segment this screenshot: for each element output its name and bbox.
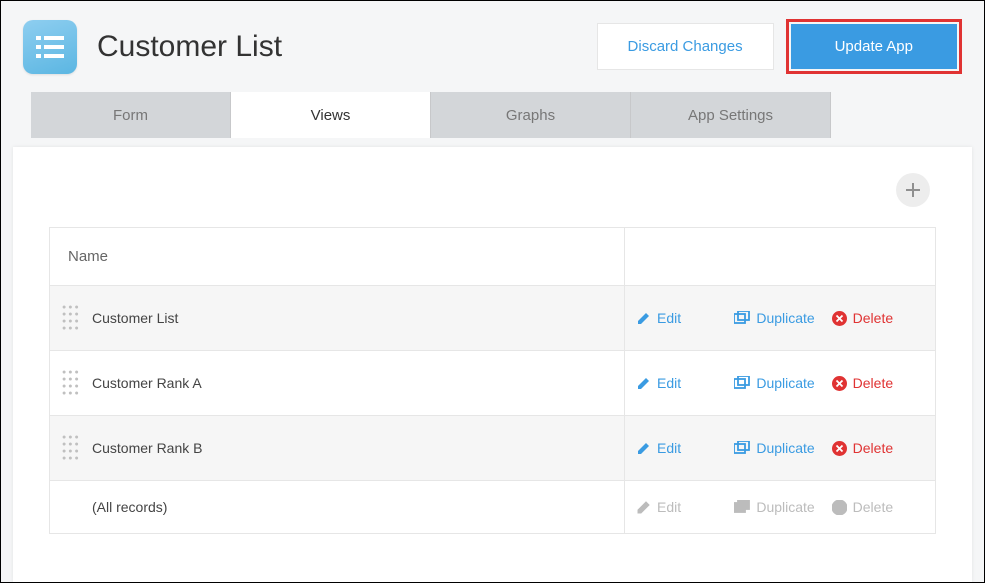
duplicate-icon: [734, 311, 750, 325]
view-name-cell: (All records): [50, 481, 625, 533]
tabs: Form Views Graphs App Settings: [31, 92, 984, 138]
page-header: Customer List Discard Changes Update App: [1, 1, 984, 92]
table-row: (All records) Edit Duplicate Delete: [50, 480, 935, 533]
row-actions: Edit Duplicate Delete: [625, 416, 935, 480]
edit-label: Edit: [657, 310, 681, 326]
row-actions: Edit Duplicate Delete: [625, 481, 935, 533]
update-app-button[interactable]: Update App: [791, 24, 957, 69]
pencil-icon: [637, 376, 651, 390]
column-header-name: Name: [50, 228, 625, 285]
duplicate-label: Duplicate: [756, 440, 814, 456]
table-row: ●●●●●●●●●●●● Customer Rank B Edit Duplicate…: [50, 415, 935, 480]
pencil-icon: [637, 311, 651, 325]
duplicate-label: Duplicate: [756, 499, 814, 515]
views-panel: Name ●●●●●●●●●●●● Customer List Edit Duplic…: [13, 147, 972, 582]
delete-icon: [832, 311, 847, 326]
row-actions: Edit Duplicate Delete: [625, 351, 935, 415]
drag-handle-icon[interactable]: ●●●●●●●●●●●●: [62, 304, 82, 332]
delete-button: Delete: [832, 499, 923, 515]
tab-form[interactable]: Form: [31, 92, 231, 138]
table-header-row: Name: [50, 228, 935, 285]
delete-icon: [832, 441, 847, 456]
views-table: Name ●●●●●●●●●●●● Customer List Edit Duplic…: [49, 227, 936, 534]
tab-views[interactable]: Views: [231, 92, 431, 138]
view-name-cell: ●●●●●●●●●●●● Customer Rank A: [50, 351, 625, 415]
view-name-label: Customer Rank B: [92, 440, 202, 456]
duplicate-label: Duplicate: [756, 375, 814, 391]
drag-handle-icon[interactable]: ●●●●●●●●●●●●: [62, 434, 82, 462]
view-name-cell: ●●●●●●●●●●●● Customer List: [50, 286, 625, 350]
duplicate-button[interactable]: Duplicate: [734, 440, 825, 456]
app-list-icon: [23, 20, 77, 74]
delete-label: Delete: [853, 310, 893, 326]
delete-label: Delete: [853, 499, 893, 515]
view-name-label: (All records): [92, 499, 167, 515]
edit-button[interactable]: Edit: [637, 310, 728, 326]
duplicate-icon: [734, 376, 750, 390]
duplicate-button[interactable]: Duplicate: [734, 375, 825, 391]
delete-icon: [832, 500, 847, 515]
duplicate-icon: [734, 441, 750, 455]
delete-button[interactable]: Delete: [832, 310, 923, 326]
duplicate-icon: [734, 500, 750, 514]
discard-changes-button[interactable]: Discard Changes: [597, 23, 774, 70]
edit-label: Edit: [657, 499, 681, 515]
update-app-highlight: Update App: [786, 19, 962, 74]
plus-icon: [906, 183, 920, 197]
pencil-icon: [637, 441, 651, 455]
edit-button[interactable]: Edit: [637, 440, 728, 456]
tab-graphs[interactable]: Graphs: [431, 92, 631, 138]
page-title: Customer List: [97, 30, 282, 64]
edit-button: Edit: [637, 499, 728, 515]
pencil-icon: [637, 500, 651, 514]
view-name-cell: ●●●●●●●●●●●● Customer Rank B: [50, 416, 625, 480]
delete-label: Delete: [853, 375, 893, 391]
view-name-label: Customer Rank A: [92, 375, 202, 391]
edit-label: Edit: [657, 440, 681, 456]
column-header-actions: [625, 228, 935, 285]
duplicate-label: Duplicate: [756, 310, 814, 326]
delete-icon: [832, 376, 847, 391]
edit-label: Edit: [657, 375, 681, 391]
delete-button[interactable]: Delete: [832, 375, 923, 391]
delete-button[interactable]: Delete: [832, 440, 923, 456]
delete-label: Delete: [853, 440, 893, 456]
view-name-label: Customer List: [92, 310, 178, 326]
duplicate-button: Duplicate: [734, 499, 825, 515]
edit-button[interactable]: Edit: [637, 375, 728, 391]
tab-app-settings[interactable]: App Settings: [631, 92, 831, 138]
duplicate-button[interactable]: Duplicate: [734, 310, 825, 326]
table-row: ●●●●●●●●●●●● Customer Rank A Edit Duplicate…: [50, 350, 935, 415]
table-row: ●●●●●●●●●●●● Customer List Edit Duplicate De…: [50, 285, 935, 350]
row-actions: Edit Duplicate Delete: [625, 286, 935, 350]
add-view-button[interactable]: [896, 173, 930, 207]
drag-handle-icon[interactable]: ●●●●●●●●●●●●: [62, 369, 82, 397]
